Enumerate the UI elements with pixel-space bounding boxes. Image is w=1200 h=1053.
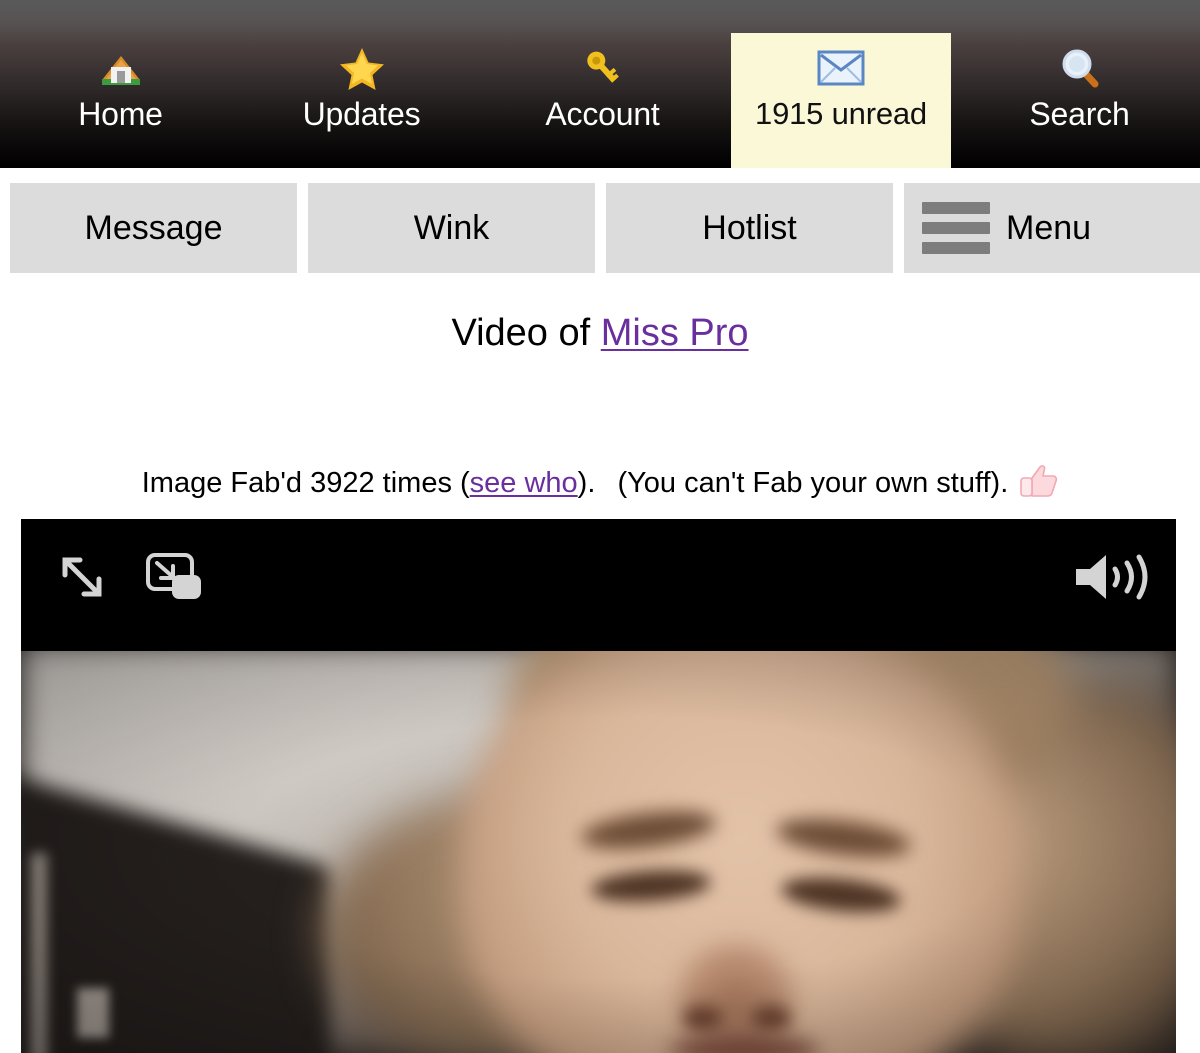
nav-label-home: Home bbox=[78, 96, 163, 132]
fab-count-line: Image Fab'd 3922 times (see who). (You c… bbox=[0, 464, 1200, 500]
page-title: Video of Miss Pro bbox=[0, 312, 1200, 355]
message-button-label: Message bbox=[84, 208, 223, 247]
key-icon bbox=[581, 44, 625, 92]
magnifier-icon bbox=[1058, 44, 1102, 92]
message-button[interactable]: Message bbox=[10, 183, 297, 273]
video-letterbox-band bbox=[21, 643, 1176, 651]
video-player[interactable] bbox=[21, 519, 1176, 1053]
video-frame[interactable] bbox=[21, 643, 1176, 1053]
hotlist-button-label: Hotlist bbox=[702, 208, 797, 247]
video-vignette bbox=[21, 643, 1176, 1053]
nav-item-account[interactable]: Account bbox=[482, 33, 723, 168]
picture-in-picture-icon[interactable] bbox=[141, 549, 205, 607]
menu-button[interactable]: Menu bbox=[904, 183, 1200, 273]
menu-button-label: Menu bbox=[1006, 208, 1092, 247]
nav-item-updates[interactable]: Updates bbox=[241, 33, 482, 168]
page-title-prefix: Video of bbox=[451, 312, 601, 354]
nav-item-home[interactable]: Home bbox=[0, 33, 241, 168]
nav-label-search: Search bbox=[1029, 96, 1130, 132]
fullscreen-icon[interactable] bbox=[51, 546, 113, 608]
thumbs-up-emoji bbox=[1018, 464, 1058, 498]
video-control-bar bbox=[21, 519, 1176, 643]
hotlist-button[interactable]: Hotlist bbox=[606, 183, 893, 273]
star-icon bbox=[339, 44, 385, 92]
nav-label-account: Account bbox=[545, 96, 660, 132]
fab-own-stuff-note: (You can't Fab your own stuff). bbox=[617, 467, 1009, 499]
nav-label-messages: 1915 unread bbox=[755, 96, 927, 131]
hamburger-icon bbox=[922, 202, 990, 254]
volume-icon[interactable] bbox=[1070, 547, 1154, 607]
action-button-row: Message Wink Hotlist Menu bbox=[0, 183, 1200, 273]
fab-count-prefix: Image Fab'd 3922 times ( bbox=[141, 467, 470, 499]
top-navigation-bar: Home Updates Account 1915 unread Search bbox=[0, 0, 1200, 168]
see-who-link[interactable]: see who bbox=[470, 467, 578, 499]
envelope-icon bbox=[817, 44, 865, 92]
wink-button[interactable]: Wink bbox=[308, 183, 595, 273]
profile-link[interactable]: Miss Pro bbox=[601, 312, 749, 354]
nav-item-messages[interactable]: 1915 unread bbox=[731, 33, 951, 168]
nav-label-updates: Updates bbox=[302, 96, 421, 132]
house-icon bbox=[98, 44, 144, 92]
nav-item-search[interactable]: Search bbox=[959, 33, 1200, 168]
fab-count-middle: ). bbox=[577, 467, 604, 499]
wink-button-label: Wink bbox=[413, 208, 490, 247]
